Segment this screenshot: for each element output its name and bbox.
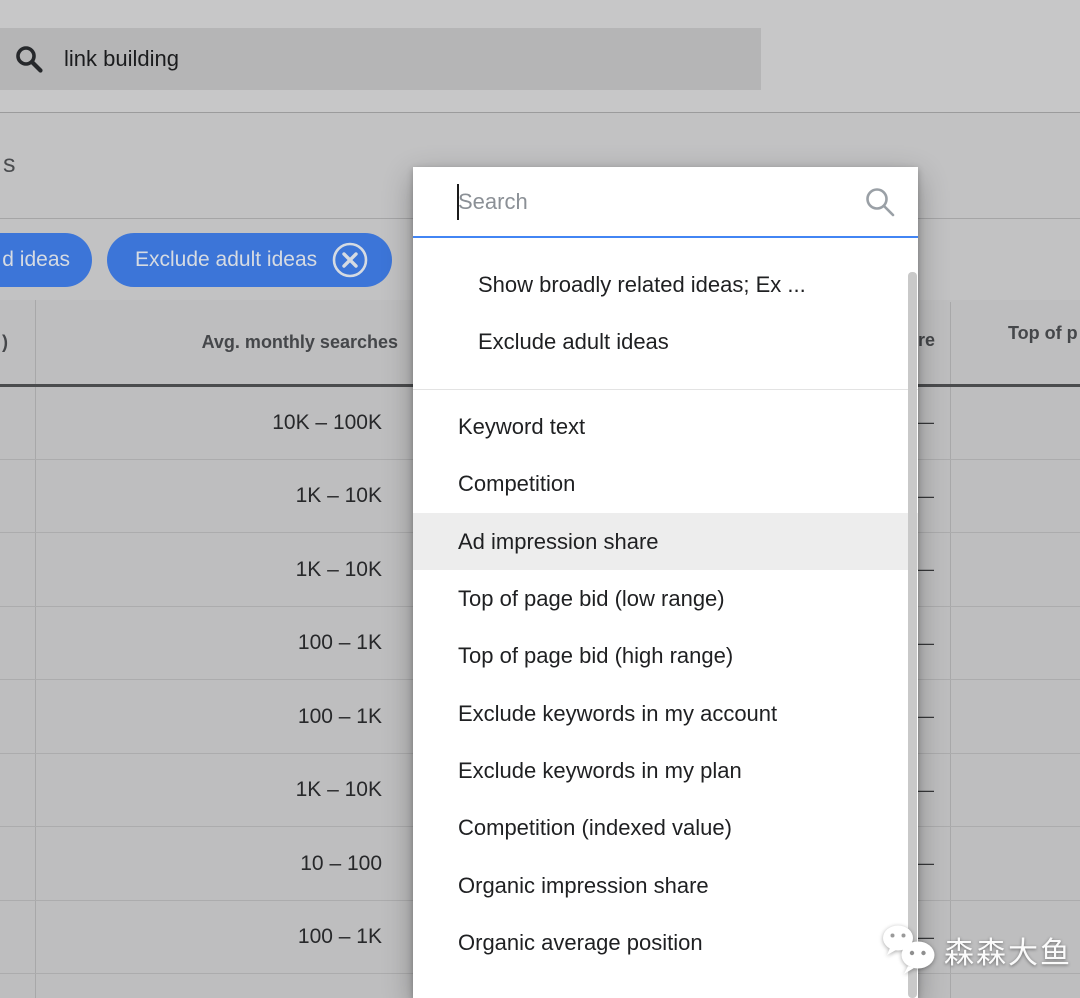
avg-monthly-searches-cell: 1K – 10K: [0, 460, 410, 532]
column-header-top-of-page-partial: Top of p: [1008, 296, 1078, 371]
dropdown-search-input[interactable]: [413, 167, 918, 236]
watermark: 森森大鱼: [880, 922, 1072, 978]
active-filter-item[interactable]: Show broadly related ideas; Ex ...: [413, 256, 909, 313]
filter-option-organic-average-position[interactable]: Organic average position: [413, 914, 909, 971]
filter-option-exclude-keywords-account[interactable]: Exclude keywords in my account: [413, 685, 909, 742]
avg-monthly-searches-cell: 10K – 100K: [0, 386, 410, 459]
filter-option-top-of-page-bid-low[interactable]: Top of page bid (low range): [413, 570, 909, 627]
filter-chip-label: Exclude adult ideas: [135, 248, 317, 272]
close-circle-icon: [331, 241, 369, 279]
filter-option-top-of-page-bid-high[interactable]: Top of page bid (high range): [413, 627, 909, 684]
avg-monthly-searches-cell: 100 – 1K: [0, 901, 410, 973]
filter-option-organic-impression-share[interactable]: Organic impression share: [413, 857, 909, 914]
dropdown-scrollbar[interactable]: [908, 272, 917, 998]
keyword-planner-screen: link building s d ideas Exclude adult id…: [0, 0, 1080, 998]
keyword-search-bar[interactable]: link building: [0, 28, 761, 90]
watermark-text: 森森大鱼: [944, 928, 1072, 972]
active-filter-item[interactable]: Exclude adult ideas: [413, 313, 909, 370]
filter-option-competition[interactable]: Competition: [413, 455, 909, 512]
search-field-underline: [413, 236, 918, 238]
search-icon: [14, 44, 44, 74]
column-header-avg-monthly-searches[interactable]: Avg. monthly searches: [35, 300, 410, 385]
column-header-share-partial: re: [918, 300, 935, 380]
avg-monthly-searches-cell: 100 – 1K: [0, 680, 410, 753]
filter-option-competition-indexed[interactable]: Competition (indexed value): [413, 799, 909, 856]
remove-filter-button[interactable]: [331, 241, 369, 279]
filter-chip-exclude-adult[interactable]: Exclude adult ideas: [107, 233, 392, 287]
text-cursor: [457, 184, 459, 220]
page-title-partial: s: [3, 150, 16, 179]
dropdown-group-divider: [413, 389, 918, 390]
filter-option-keyword-text[interactable]: Keyword text: [413, 398, 909, 455]
avg-monthly-searches-cell: 1K – 10K: [0, 754, 410, 826]
filter-chip-label: d ideas: [2, 248, 70, 272]
filter-dropdown: Show broadly related ideas; Ex ... Exclu…: [413, 167, 918, 998]
avg-monthly-searches-cell: 100 – 1K: [0, 607, 410, 679]
avg-monthly-searches-cell: 1K – 10K: [0, 533, 410, 606]
search-icon: [864, 186, 896, 218]
dropdown-search-field[interactable]: [413, 167, 918, 236]
keyword-search-value: link building: [64, 46, 179, 72]
avg-monthly-searches-cell: 10 – 100: [0, 827, 410, 900]
filter-option-exclude-keywords-plan[interactable]: Exclude keywords in my plan: [413, 742, 909, 799]
top-bar: link building: [0, 0, 1080, 113]
filter-option-ad-impression-share[interactable]: Ad impression share: [413, 513, 918, 570]
wechat-icon: [880, 922, 938, 978]
column-header-keyword-partial: ): [2, 300, 8, 385]
filter-chip-broadly-related[interactable]: d ideas: [0, 233, 92, 287]
